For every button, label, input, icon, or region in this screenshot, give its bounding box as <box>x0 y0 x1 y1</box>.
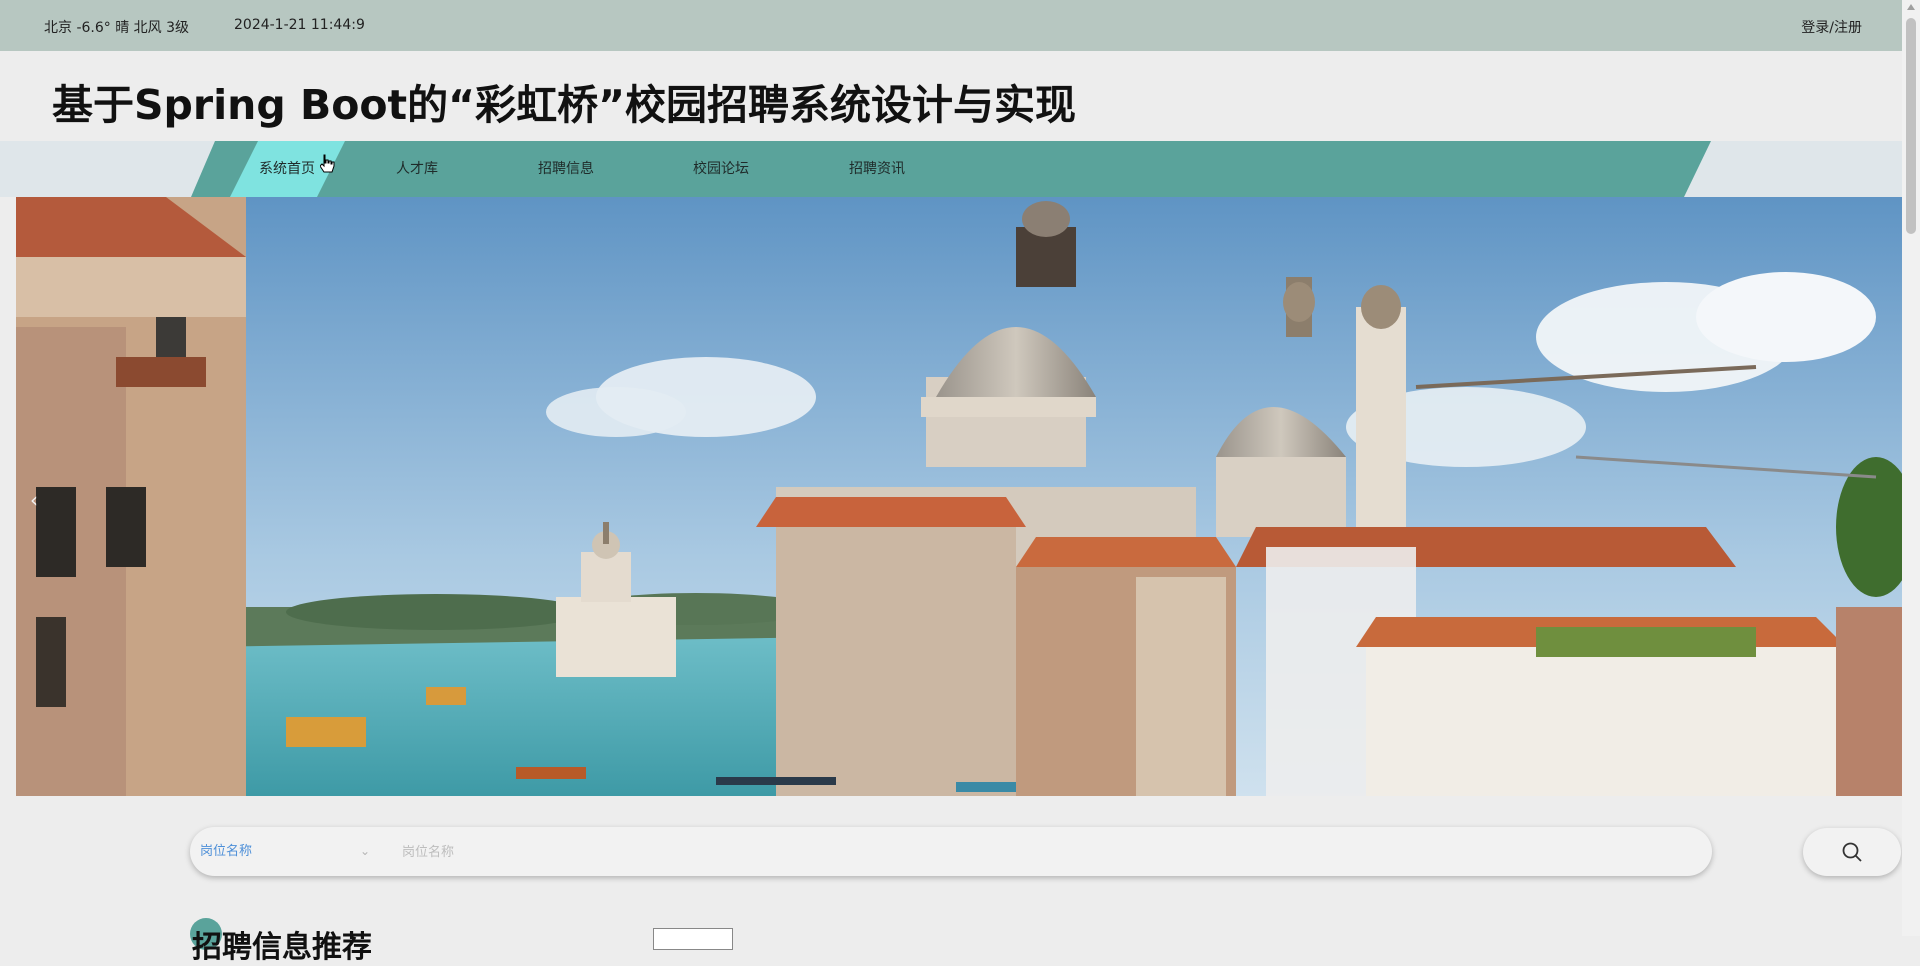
scroll-up-icon[interactable] <box>1907 4 1915 10</box>
search-bar: 岗位名称 ⌄ <box>190 827 1712 876</box>
site-header: 基于Spring Boot的“彩虹桥”校园招聘系统设计与实现 <box>0 51 1902 141</box>
nav-item-home[interactable]: 系统首页 <box>259 141 315 197</box>
section-more-box[interactable] <box>653 928 733 950</box>
login-register-link[interactable]: 登录/注册 <box>1801 17 1862 37</box>
nav-item-label: 招聘资讯 <box>849 161 905 177</box>
section-title: 招聘信息推荐 <box>192 930 372 965</box>
top-info-bar: 北京 -6.6° 晴 北风 3级 2024-1-21 11:44:9 登录/注册 <box>0 0 1902 51</box>
nav-item-talent-pool[interactable]: 人才库 <box>396 141 438 197</box>
search-field-select[interactable]: 岗位名称 ⌄ <box>200 827 370 876</box>
nav-item-forum[interactable]: 校园论坛 <box>693 141 749 197</box>
nav-item-label: 校园论坛 <box>693 161 749 177</box>
nav-item-news[interactable]: 招聘资讯 <box>849 141 905 197</box>
nav-item-label: 人才库 <box>396 161 438 177</box>
banner-carousel[interactable] <box>16 197 1902 796</box>
page-scrollbar[interactable] <box>1902 0 1920 936</box>
nav-item-job-info[interactable]: 招聘信息 <box>538 141 594 197</box>
main-nav: 系统首页 人才库 招聘信息 校园论坛 招聘资讯 <box>0 141 1902 197</box>
cursor-icon <box>320 154 335 173</box>
search-icon <box>1842 842 1862 862</box>
nav-item-label: 招聘信息 <box>538 161 594 177</box>
weather-info: 北京 -6.6° 晴 北风 3级 <box>44 20 190 36</box>
search-input[interactable] <box>400 839 1684 866</box>
chevron-left-icon[interactable]: ‹ <box>30 488 38 512</box>
site-title: 基于Spring Boot的“彩虹桥”校园招聘系统设计与实现 <box>52 81 1077 129</box>
search-field-selected: 岗位名称 <box>200 844 253 859</box>
search-button[interactable] <box>1803 828 1901 876</box>
scroll-thumb[interactable] <box>1906 18 1916 234</box>
date-time: 2024-1-21 11:44:9 <box>234 17 365 33</box>
chevron-down-icon: ⌄ <box>359 844 370 858</box>
nav-item-label: 系统首页 <box>259 161 315 177</box>
banner-image <box>16 197 1902 796</box>
